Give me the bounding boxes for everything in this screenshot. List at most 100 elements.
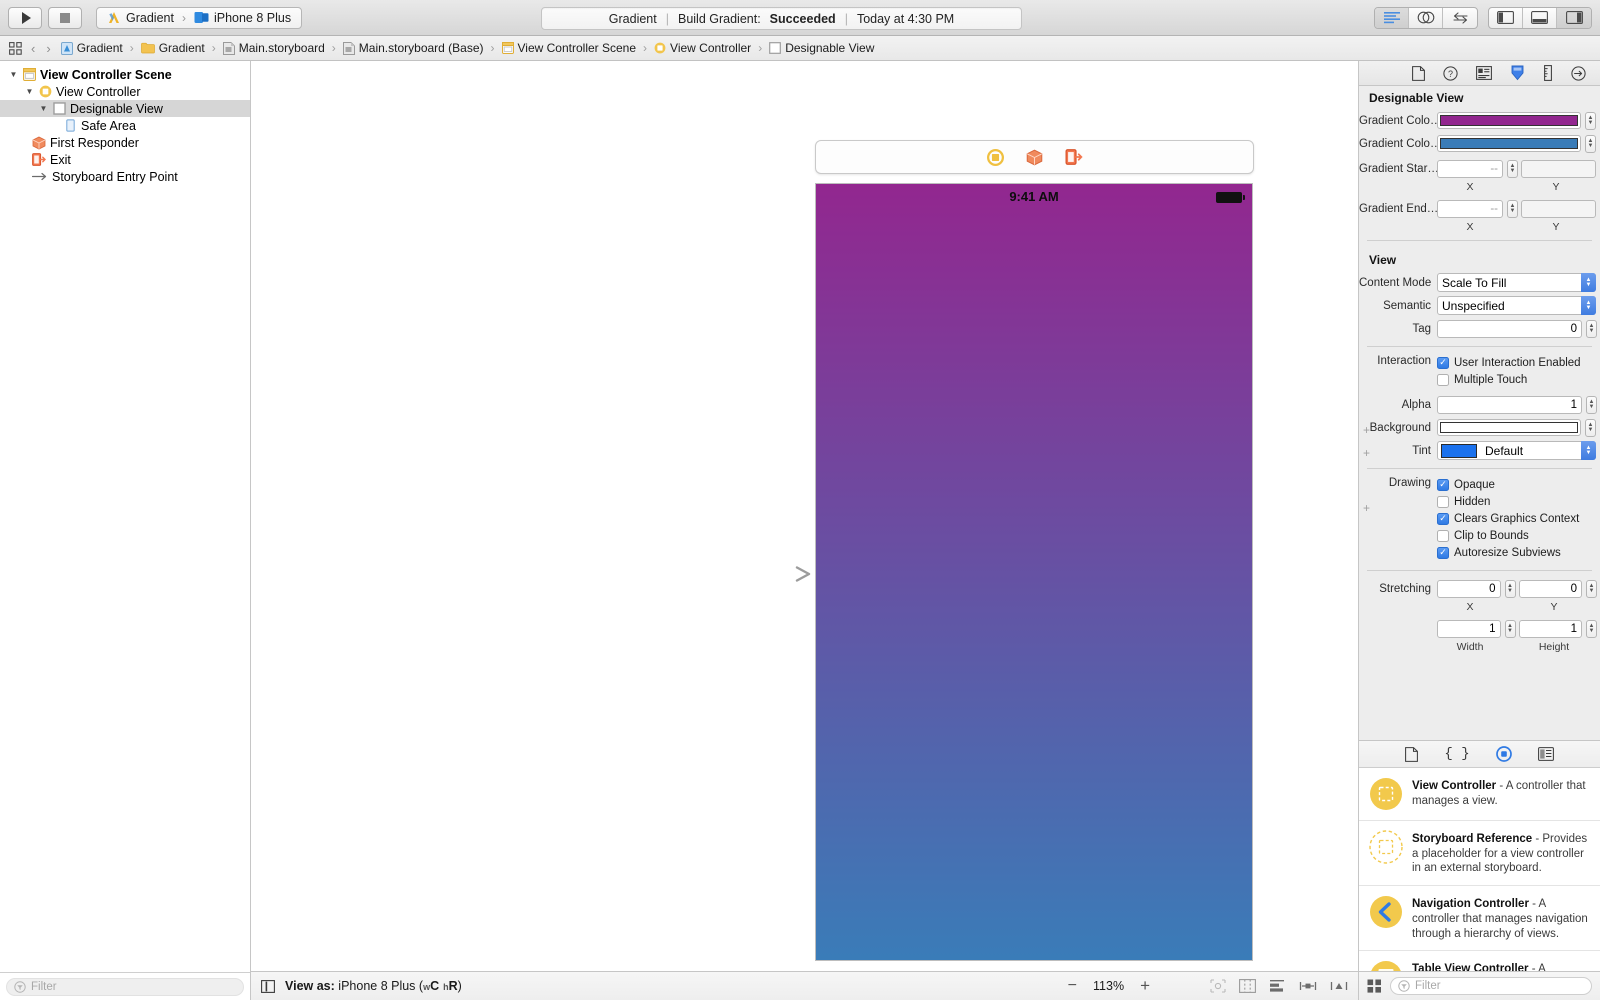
disclosure-triangle[interactable]: ▼ bbox=[8, 70, 19, 79]
embed-icon[interactable] bbox=[1330, 979, 1348, 993]
clears-graphics-context-row[interactable]: ✓ Clears Graphics Context bbox=[1437, 510, 1600, 527]
related-items-icon[interactable] bbox=[6, 42, 24, 55]
semantic-popup[interactable]: Unspecified ▲▼ bbox=[1437, 296, 1596, 315]
media-library-icon[interactable] bbox=[1538, 747, 1554, 761]
pin-icon[interactable] bbox=[1299, 979, 1317, 993]
clears-graphics-context-checkbox[interactable]: ✓ bbox=[1437, 513, 1449, 525]
opaque-row[interactable]: ✓ Opaque bbox=[1437, 476, 1600, 493]
disclosure-triangle[interactable]: ▼ bbox=[24, 87, 35, 96]
library-item-table-view-controller[interactable]: Table View Controller - A controller tha… bbox=[1359, 951, 1600, 971]
jump-back-button[interactable]: ‹ bbox=[27, 41, 39, 56]
file-template-library-icon[interactable] bbox=[1405, 747, 1418, 762]
attributes-inspector-icon[interactable] bbox=[1510, 65, 1525, 81]
outline-item-safe-area[interactable]: Safe Area bbox=[0, 117, 250, 134]
alpha-stepper[interactable]: ▲ ▼ bbox=[1586, 396, 1597, 414]
interface-builder-canvas[interactable]: 9:41 AM bbox=[251, 61, 1358, 971]
breadcrumb-item-6[interactable]: Designable View bbox=[766, 40, 877, 56]
identity-inspector-icon[interactable] bbox=[1476, 66, 1492, 80]
multiple-touch-row[interactable]: Multiple Touch bbox=[1437, 371, 1600, 388]
stop-button[interactable] bbox=[48, 7, 82, 29]
gradient-start-y-field[interactable] bbox=[1521, 160, 1596, 178]
gradient-color-1-well[interactable] bbox=[1437, 112, 1581, 129]
outline-item-view-controller[interactable]: ▼ View Controller bbox=[0, 83, 250, 100]
version-editor-button[interactable] bbox=[1443, 8, 1477, 28]
library-item-navigation-controller[interactable]: Navigation Controller - A controller tha… bbox=[1359, 886, 1600, 951]
outline-filter-field[interactable]: Filter bbox=[6, 978, 244, 996]
autoresize-subviews-row[interactable]: ✓ Autoresize Subviews bbox=[1437, 544, 1600, 561]
gradient-start-x-field[interactable]: -- bbox=[1437, 160, 1503, 178]
stretching-y-stepper[interactable]: ▲ ▼ bbox=[1586, 580, 1597, 598]
file-inspector-icon[interactable] bbox=[1412, 66, 1425, 81]
alpha-field[interactable]: 1 bbox=[1437, 396, 1582, 414]
user-interaction-enabled-checkbox[interactable]: ✓ bbox=[1437, 357, 1449, 369]
object-library-icon[interactable] bbox=[1496, 746, 1512, 762]
content-mode-popup[interactable]: Scale To Fill ▲▼ bbox=[1437, 273, 1596, 292]
library-item-view-controller[interactable]: View Controller - A controller that mana… bbox=[1359, 768, 1600, 821]
gradient-color-2-stepper[interactable]: ▲ ▼ bbox=[1585, 135, 1596, 153]
breadcrumb-item-1[interactable]: Gradient bbox=[138, 40, 208, 56]
tint-popup[interactable]: Default ▲▼ bbox=[1437, 441, 1596, 460]
hidden-checkbox[interactable] bbox=[1437, 496, 1449, 508]
viewcontroller-icon[interactable] bbox=[987, 149, 1004, 166]
stretching-height-stepper[interactable]: ▲ ▼ bbox=[1586, 620, 1597, 638]
canvas-toggle-icon[interactable] bbox=[261, 980, 275, 993]
background-color-stepper[interactable]: ▲ ▼ bbox=[1585, 419, 1596, 437]
library-filter-field[interactable]: Filter bbox=[1390, 977, 1592, 995]
debug-toggle-button[interactable] bbox=[1523, 8, 1557, 28]
tag-stepper[interactable]: ▲ ▼ bbox=[1586, 320, 1597, 338]
view-as-control[interactable]: View as: iPhone 8 Plus (wChR) bbox=[285, 979, 462, 993]
stretching-width-field[interactable]: 1 bbox=[1437, 620, 1501, 638]
assistant-editor-button[interactable] bbox=[1409, 8, 1443, 28]
align-icon[interactable] bbox=[1269, 979, 1286, 993]
library-item-storyboard-reference[interactable]: Storyboard Reference - Provides a placeh… bbox=[1359, 821, 1600, 886]
library-grid-icon[interactable] bbox=[1367, 979, 1382, 993]
stretching-height-field[interactable]: 1 bbox=[1519, 620, 1583, 638]
outline-item-designable-view[interactable]: ▼ Designable View bbox=[0, 100, 250, 117]
stretching-width-stepper[interactable]: ▲ ▼ bbox=[1505, 620, 1516, 638]
clip-to-bounds-checkbox[interactable] bbox=[1437, 530, 1449, 542]
outline-item-storyboard-entry-point[interactable]: Storyboard Entry Point bbox=[0, 168, 250, 185]
outline-item-exit[interactable]: Exit bbox=[0, 151, 250, 168]
tint-variation-plus-icon[interactable]: + bbox=[1363, 446, 1370, 457]
connections-inspector-icon[interactable] bbox=[1571, 66, 1586, 81]
background-color-well[interactable] bbox=[1437, 419, 1581, 436]
gradient-color-1-stepper[interactable]: ▲ ▼ bbox=[1585, 112, 1596, 130]
gradient-color-2-well[interactable] bbox=[1437, 135, 1581, 152]
breadcrumb-item-0[interactable]: Gradient bbox=[58, 40, 126, 56]
navigator-toggle-button[interactable] bbox=[1489, 8, 1523, 28]
background-variation-plus-icon[interactable]: + bbox=[1363, 423, 1370, 434]
breadcrumb-item-3[interactable]: Main.storyboard (Base) bbox=[340, 40, 487, 56]
multiple-touch-checkbox[interactable] bbox=[1437, 374, 1449, 386]
run-button[interactable] bbox=[8, 7, 42, 29]
outline-item-view-controller-scene[interactable]: ▼ View Controller Scene bbox=[0, 66, 250, 83]
size-inspector-icon[interactable] bbox=[1543, 65, 1553, 81]
resolve-auto-layout-icon[interactable] bbox=[1210, 979, 1226, 993]
add-constraints-icon[interactable] bbox=[1239, 979, 1256, 993]
zoom-in-button[interactable]: + bbox=[1140, 976, 1150, 996]
stretching-x-stepper[interactable]: ▲ ▼ bbox=[1505, 580, 1516, 598]
user-interaction-enabled-row[interactable]: ✓ User Interaction Enabled bbox=[1437, 354, 1600, 371]
scene-dock[interactable] bbox=[815, 140, 1254, 174]
stretching-x-field[interactable]: 0 bbox=[1437, 580, 1501, 598]
gradient-end-x-field[interactable]: -- bbox=[1437, 200, 1503, 218]
clip-to-bounds-row[interactable]: Clip to Bounds bbox=[1437, 527, 1600, 544]
inspector-toggle-button[interactable] bbox=[1557, 8, 1591, 28]
autoresize-subviews-checkbox[interactable]: ✓ bbox=[1437, 547, 1449, 559]
jump-forward-button[interactable]: › bbox=[42, 41, 54, 56]
quick-help-icon[interactable]: ? bbox=[1443, 66, 1458, 81]
zoom-out-button[interactable]: − bbox=[1068, 977, 1077, 995]
gradient-end-y-field[interactable] bbox=[1521, 200, 1596, 218]
breadcrumb-item-2[interactable]: Main.storyboard bbox=[220, 40, 328, 56]
hidden-row[interactable]: Hidden bbox=[1437, 493, 1600, 510]
drawing-variation-plus-icon[interactable]: + bbox=[1363, 501, 1370, 515]
scheme-selector[interactable]: Gradient › iPhone 8 Plus bbox=[96, 7, 302, 29]
breadcrumb-item-4[interactable]: View Controller Scene bbox=[499, 40, 640, 56]
disclosure-triangle[interactable]: ▼ bbox=[38, 104, 49, 113]
tag-field[interactable]: 0 bbox=[1437, 320, 1582, 338]
breadcrumb-item-5[interactable]: View Controller bbox=[651, 40, 754, 56]
firstresponder-icon[interactable] bbox=[1026, 149, 1043, 166]
exit-icon[interactable] bbox=[1065, 149, 1083, 165]
gradient-start-x-stepper[interactable]: ▲ ▼ bbox=[1507, 160, 1518, 178]
designable-view-canvas[interactable]: 9:41 AM bbox=[815, 183, 1253, 961]
stretching-y-field[interactable]: 0 bbox=[1519, 580, 1583, 598]
